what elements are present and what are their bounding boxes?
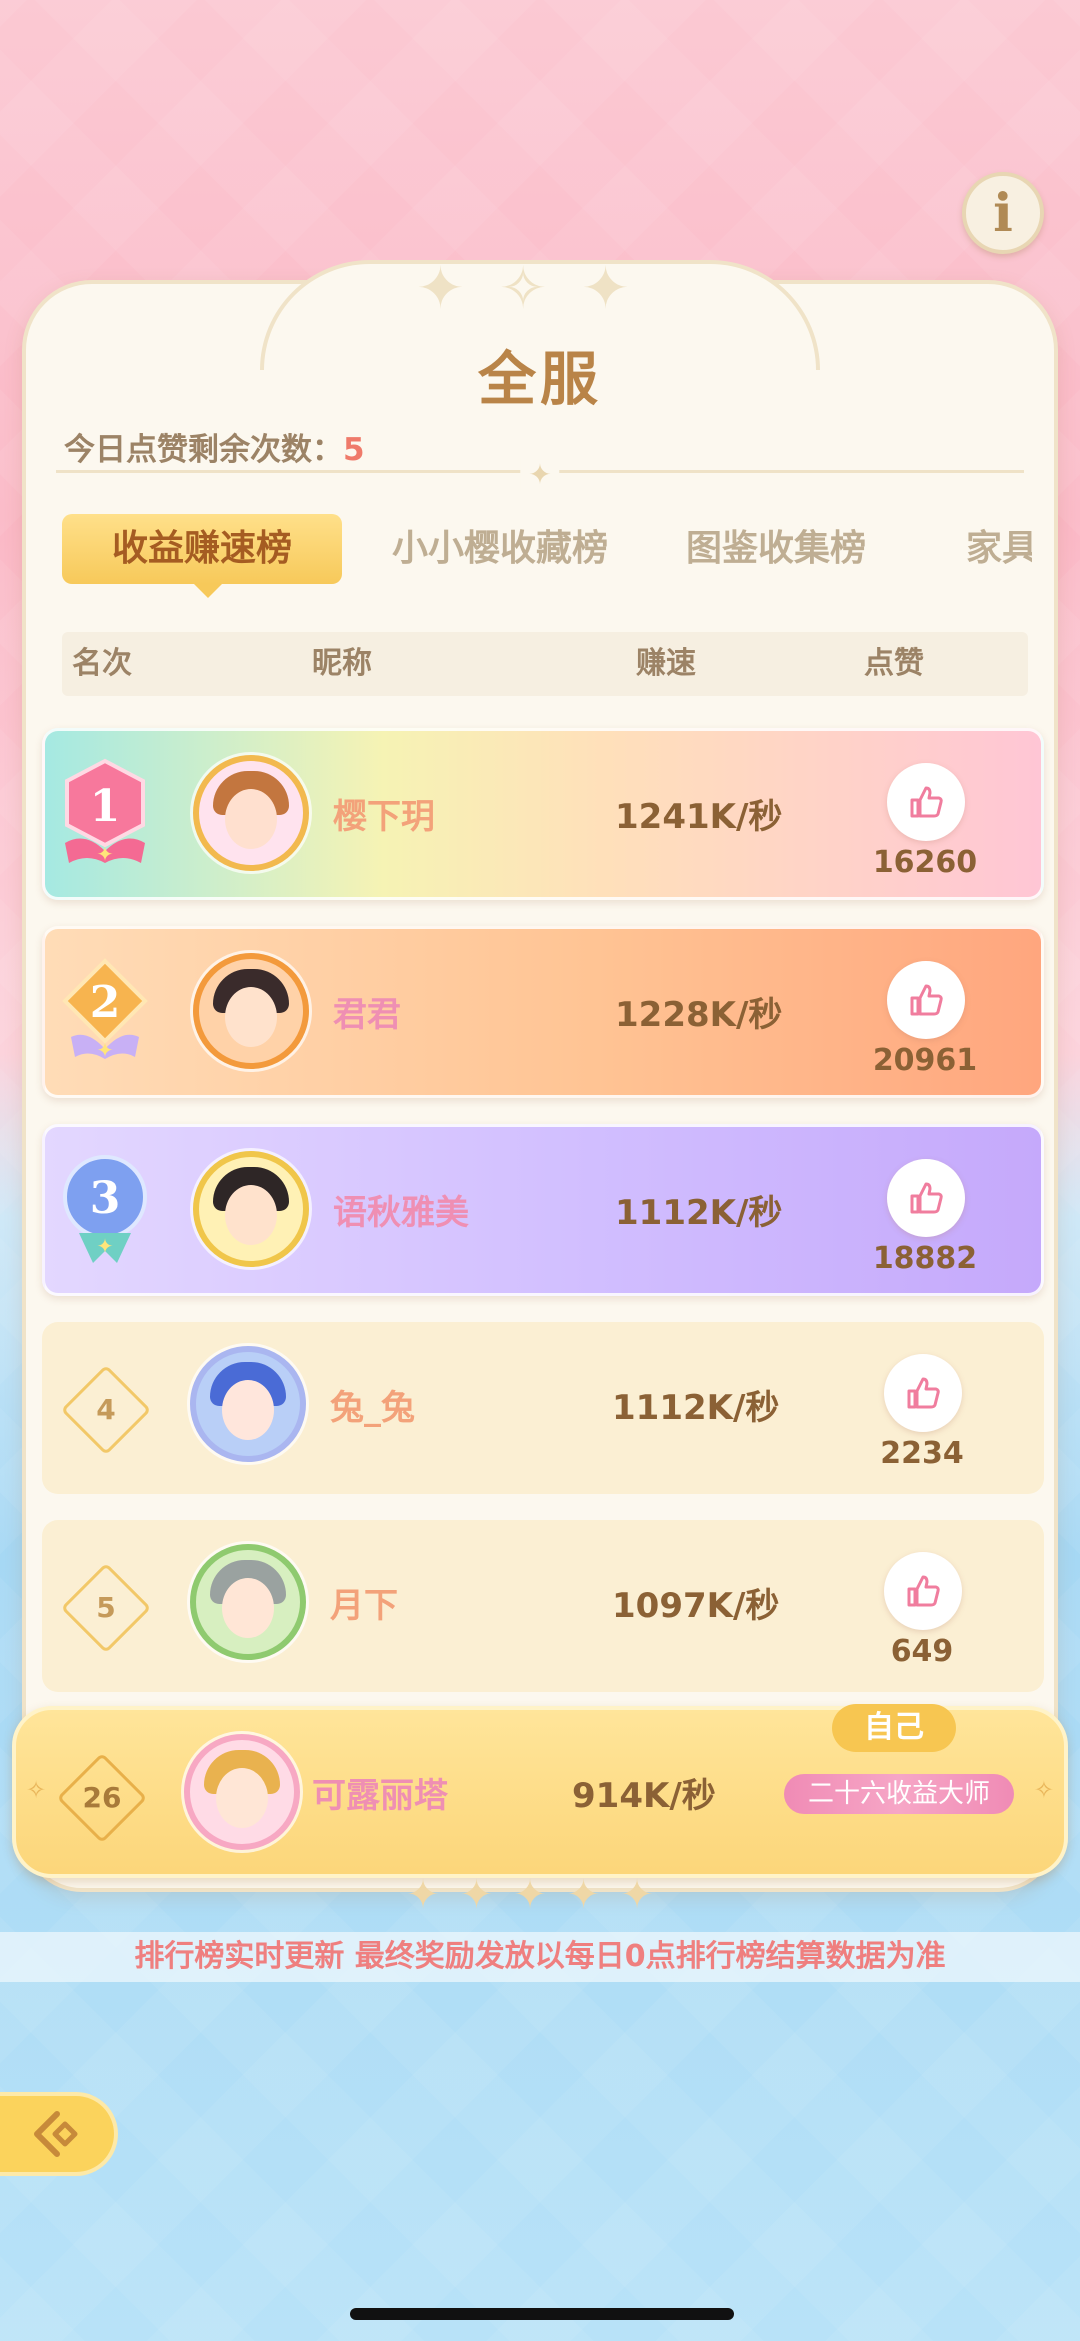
rank-number: 1 [90, 781, 121, 832]
header-rank: 名次 [72, 646, 132, 681]
leaderboard-row: 4 兔_兔 1112K/秒 2234 [42, 1322, 1044, 1494]
tab-illustration-collection[interactable]: 图鉴收集榜 [686, 514, 866, 584]
like-count: 18882 [872, 1241, 978, 1276]
avatar[interactable] [190, 1544, 306, 1660]
nickname: 樱下玥 [333, 797, 435, 837]
speed-value: 1228K/秒 [615, 995, 783, 1035]
nickname: 君君 [333, 995, 401, 1035]
like-button[interactable] [887, 763, 965, 841]
leaderboard-row: 1 ✦ 樱下玥 1241K/秒 16260 [42, 728, 1044, 900]
leaderboard-panel: ✦✧✦ 全服 今日点赞剩余次数：5 ✦ 收益赚速榜 小小樱收藏榜 图鉴收集榜 家… [22, 254, 1058, 1892]
svg-text:✦: ✦ [97, 842, 114, 866]
like-button[interactable] [887, 1159, 965, 1237]
like-count: 649 [890, 1634, 954, 1669]
active-tab-pointer [194, 584, 222, 598]
likes-remaining: 今日点赞剩余次数：5 [64, 424, 365, 469]
self-rank-number: 26 [82, 1781, 122, 1814]
header-likes: 点赞 [864, 646, 924, 681]
nickname: 兔_兔 [330, 1388, 415, 1428]
back-button[interactable] [0, 2092, 118, 2176]
like-count: 2234 [880, 1436, 964, 1471]
speed-value: 1112K/秒 [615, 1193, 783, 1233]
leaderboard-row: 3 ✦ 语秋雅美 1112K/秒 18882 [42, 1124, 1044, 1296]
rank-number: 3 [90, 1173, 121, 1224]
self-nickname: 可露丽塔 [312, 1776, 448, 1816]
list-header: 名次 昵称 赚速 点赞 [62, 632, 1028, 696]
self-speed-value: 914K/秒 [572, 1776, 716, 1816]
like-count: 16260 [872, 845, 978, 880]
self-rank-row: ✧ 26 可露丽塔 914K/秒 自己 二十六收益大师 ✧ [12, 1704, 1068, 1878]
speed-value: 1097K/秒 [612, 1586, 780, 1626]
bottom-ornament-icon: ✦✦✦✦✦ [406, 1872, 674, 1918]
speed-value: 1241K/秒 [615, 797, 783, 837]
sparkle-icon: ✧ [1033, 1776, 1054, 1804]
likes-remaining-label: 今日点赞剩余次数： [64, 432, 343, 468]
svg-text:✦: ✦ [97, 1038, 114, 1062]
page-title: 全服 [477, 345, 602, 413]
speed-value: 1112K/秒 [612, 1388, 780, 1428]
nickname: 语秋雅美 [333, 1193, 469, 1233]
like-count: 20961 [872, 1043, 978, 1078]
tab-income-speed[interactable]: 收益赚速榜 [62, 514, 342, 584]
rank-number: 4 [96, 1393, 116, 1426]
self-tag: 自己 [832, 1704, 956, 1752]
nickname: 月下 [330, 1586, 398, 1626]
rank-number: 5 [96, 1591, 116, 1624]
tab-furniture[interactable]: 家具 [966, 514, 1032, 584]
thumbs-up-icon [907, 1575, 940, 1607]
leaderboard-row: 5 月下 1097K/秒 649 [42, 1520, 1044, 1692]
like-button[interactable] [884, 1552, 962, 1630]
title-badge: 二十六收益大师 [784, 1774, 1014, 1814]
thumbs-up-icon [910, 984, 943, 1016]
home-indicator[interactable] [350, 2308, 734, 2320]
sparkle-icon: ✧ [26, 1776, 47, 1804]
avatar[interactable] [193, 953, 309, 1069]
thumbs-up-icon [910, 786, 943, 818]
info-icon: i [993, 182, 1013, 244]
notice-text: 排行榜实时更新 最终奖励发放以每日0点排行榜结算数据为准 [0, 1932, 1080, 1982]
tab-sakura-collection[interactable]: 小小樱收藏榜 [392, 514, 608, 584]
leaderboard-row: 2 ✦ 君君 1228K/秒 20961 [42, 926, 1044, 1098]
rank-2-medal-icon: 2 ✦ [57, 953, 153, 1073]
likes-remaining-value: 5 [343, 432, 365, 468]
avatar[interactable] [193, 1151, 309, 1267]
tab-bar: 收益赚速榜 小小樱收藏榜 图鉴收集榜 家具 [62, 514, 1032, 584]
thumbs-up-icon [907, 1377, 940, 1409]
divider-star-icon: ✦ [520, 458, 560, 491]
info-button[interactable]: i [962, 172, 1044, 254]
thumbs-up-icon [910, 1182, 943, 1214]
like-button[interactable] [884, 1354, 962, 1432]
back-arrow-icon [34, 2111, 78, 2157]
rank-number: 2 [90, 977, 121, 1028]
header-speed: 赚速 [636, 646, 696, 681]
rank-1-medal-icon: 1 ✦ [57, 755, 153, 875]
avatar[interactable] [193, 755, 309, 871]
avatar[interactable] [190, 1346, 306, 1462]
crown-ornament-icon: ✦✧✦ [416, 254, 664, 322]
svg-text:✦: ✦ [97, 1234, 114, 1258]
like-button[interactable] [887, 961, 965, 1039]
rank-3-medal-icon: 3 ✦ [57, 1151, 153, 1271]
self-avatar[interactable] [184, 1734, 300, 1850]
header-nickname: 昵称 [312, 646, 372, 681]
